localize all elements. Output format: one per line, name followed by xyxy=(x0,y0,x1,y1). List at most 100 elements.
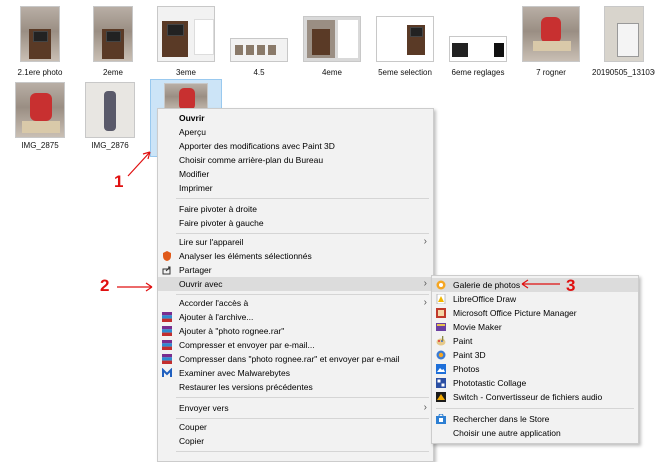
menu-item-label: Analyser les éléments sélectionnés xyxy=(179,251,312,261)
menu-item-label: Choisir une autre application xyxy=(453,428,561,438)
menu-item-cast-to-device[interactable]: Lire sur l'appareil › xyxy=(158,235,433,249)
menu-item-label: Ajouter à l'archive... xyxy=(179,312,254,322)
menu-item-label: Faire pivoter à droite xyxy=(179,204,257,214)
thumbnail-6[interactable]: 5eme selection xyxy=(376,6,434,84)
thumbnail-10[interactable]: IMG_2875 xyxy=(15,82,65,152)
menu-item-label: Galerie de photos xyxy=(453,280,521,290)
thumbnail-8[interactable]: 7 rogner xyxy=(522,6,580,84)
menu-separator xyxy=(436,408,634,409)
menu-item-rotate-right[interactable]: Faire pivoter à droite xyxy=(158,202,433,216)
menu-item-label: Aperçu xyxy=(179,127,206,137)
menu-item-label: Partager xyxy=(179,265,212,275)
menu-item-label: Paint xyxy=(453,336,473,346)
menu-item-label: Ajouter à "photo rognee.rar" xyxy=(179,326,285,336)
menu-item-send-to[interactable]: Envoyer vers › xyxy=(158,401,433,415)
thumbnail-image xyxy=(522,6,580,62)
thumbnail-image xyxy=(93,6,133,62)
submenu-item-choose-other[interactable]: Choisir une autre application xyxy=(432,426,638,440)
thumbnail-image xyxy=(20,6,60,62)
submenu-item-switch[interactable]: Switch - Convertisseur de fichiers audio xyxy=(432,390,638,404)
annotation-label-2: 2 xyxy=(100,276,110,295)
context-menu: Ouvrir Aperçu Apporter des modifications… xyxy=(157,108,434,462)
share-icon xyxy=(162,266,171,275)
movie-maker-icon xyxy=(436,323,446,331)
menu-item-share[interactable]: Partager xyxy=(158,263,433,277)
submenu-item-phototastic[interactable]: Phototastic Collage xyxy=(432,376,638,390)
menu-item-label: Restaurer les versions précédentes xyxy=(179,382,313,392)
submenu-item-picture-manager[interactable]: Microsoft Office Picture Manager xyxy=(432,306,638,320)
menu-item-restore-versions[interactable]: Restaurer les versions précédentes xyxy=(158,380,433,394)
thumbnail-image xyxy=(230,38,288,62)
thumbnail-4[interactable]: 4.5 xyxy=(230,6,288,84)
switch-audio-icon xyxy=(436,392,446,402)
thumbnail-7[interactable]: 6eme reglages xyxy=(449,6,507,84)
menu-item-label: Phototastic Collage xyxy=(453,378,527,388)
thumbnail-label: IMG_2876 xyxy=(91,141,129,150)
menu-item-compress-email[interactable]: Compresser et envoyer par e-mail... xyxy=(158,338,433,352)
store-icon xyxy=(436,414,446,424)
thumbnail-label: 7 rogner xyxy=(536,68,566,77)
thumbnail-label: 3eme xyxy=(175,68,196,77)
menu-item-give-access[interactable]: Accorder l'accès à › xyxy=(158,296,433,310)
thumbnail-9[interactable]: 20190505_131030 xyxy=(592,6,655,84)
menu-separator xyxy=(176,198,429,199)
submenu-item-photo-gallery[interactable]: Galerie de photos xyxy=(432,278,638,292)
thumbnail-11[interactable]: IMG_2876 xyxy=(85,82,135,152)
submenu-item-search-store[interactable]: Rechercher dans le Store xyxy=(432,412,638,426)
menu-item-add-archive[interactable]: Ajouter à l'archive... xyxy=(158,310,433,324)
submenu-item-paint3d[interactable]: Paint 3D xyxy=(432,348,638,362)
menu-item-label: Envoyer vers xyxy=(179,403,229,413)
chevron-right-icon: › xyxy=(423,236,427,247)
thumbnail-label: 4eme xyxy=(321,68,342,77)
submenu-item-libreoffice-draw[interactable]: LibreOffice Draw xyxy=(432,292,638,306)
menu-separator xyxy=(176,451,429,452)
thumbnail-3[interactable]: 3eme xyxy=(157,6,215,84)
submenu-item-paint[interactable]: Paint xyxy=(432,334,638,348)
menu-item-set-wallpaper[interactable]: Choisir comme arrière-plan du Bureau xyxy=(158,153,433,167)
menu-item-ouvrir[interactable]: Ouvrir xyxy=(158,111,433,125)
thumbnail-label: 2.1ere photo xyxy=(17,68,63,77)
menu-item-label: LibreOffice Draw xyxy=(453,294,517,304)
photo-gallery-icon xyxy=(436,280,446,290)
thumbnail-1[interactable]: 2.1ere photo xyxy=(18,6,62,84)
menu-item-copy[interactable]: Copier xyxy=(158,434,433,448)
thumbnail-image xyxy=(303,16,361,62)
annotation-arrow-2 xyxy=(117,282,153,292)
thumbnail-image xyxy=(376,16,434,62)
thumbnail-label: 2eme xyxy=(102,68,123,77)
thumbnail-image xyxy=(449,36,507,62)
menu-item-cut[interactable]: Couper xyxy=(158,420,433,434)
menu-item-modifier[interactable]: Modifier xyxy=(158,167,433,181)
menu-item-malwarebytes[interactable]: Examiner avec Malwarebytes xyxy=(158,366,433,380)
annotation-label-3: 3 xyxy=(566,276,576,295)
menu-item-label: Microsoft Office Picture Manager xyxy=(453,308,577,318)
menu-item-label: Imprimer xyxy=(179,183,213,193)
defender-shield-icon xyxy=(163,251,171,261)
menu-item-paint3d-edit[interactable]: Apporter des modifications avec Paint 3D xyxy=(158,139,433,153)
menu-item-label: Faire pivoter à gauche xyxy=(179,218,264,228)
thumbnail-5[interactable]: 4eme xyxy=(303,6,361,84)
thumbnail-image xyxy=(157,6,215,62)
menu-item-rotate-left[interactable]: Faire pivoter à gauche xyxy=(158,216,433,230)
menu-item-label: Couper xyxy=(179,422,207,432)
menu-item-apercu[interactable]: Aperçu xyxy=(158,125,433,139)
paint3d-icon xyxy=(436,350,446,360)
menu-item-label: Apporter des modifications avec Paint 3D xyxy=(179,141,335,151)
winrar-icon xyxy=(162,312,172,322)
menu-item-label: Rechercher dans le Store xyxy=(453,414,550,424)
menu-item-add-rar[interactable]: Ajouter à "photo rognee.rar" xyxy=(158,324,433,338)
menu-item-scan[interactable]: Analyser les éléments sélectionnés xyxy=(158,249,433,263)
open-with-submenu: Galerie de photos LibreOffice Draw Micro… xyxy=(431,275,639,444)
submenu-item-photos[interactable]: Photos xyxy=(432,362,638,376)
menu-item-imprimer[interactable]: Imprimer xyxy=(158,181,433,195)
annotation-label-1: 1 xyxy=(114,172,124,191)
menu-item-open-with[interactable]: Ouvrir avec › xyxy=(158,277,433,291)
menu-item-label: Copier xyxy=(179,436,205,446)
thumbnail-label: 20190505_131030 xyxy=(592,68,655,77)
menu-item-label: Accorder l'accès à xyxy=(179,298,249,308)
paint-icon xyxy=(436,336,446,346)
malwarebytes-icon xyxy=(162,368,172,377)
submenu-item-movie-maker[interactable]: Movie Maker xyxy=(432,320,638,334)
thumbnail-2[interactable]: 2eme xyxy=(93,6,133,84)
menu-item-compress-rar-email[interactable]: Compresser dans "photo rognee.rar" et en… xyxy=(158,352,433,366)
